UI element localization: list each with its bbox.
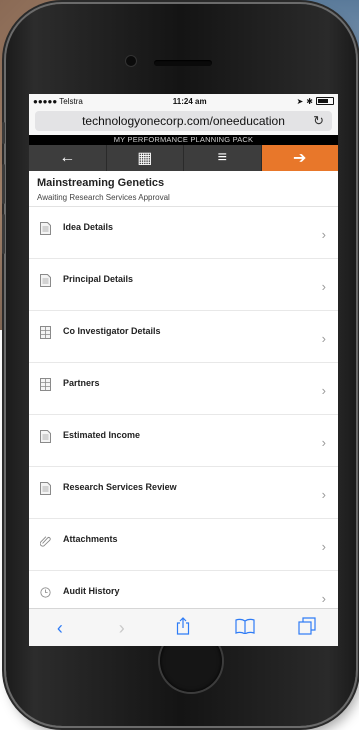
- document-icon: [40, 430, 51, 443]
- clock: 11:24 am: [172, 96, 207, 106]
- grid-form-icon: [40, 326, 51, 339]
- tabs-icon[interactable]: [287, 616, 327, 640]
- location-icon: ➤: [296, 96, 304, 106]
- list-item-co-investigator-details[interactable]: Co Investigator Details ›: [29, 311, 338, 363]
- list-item-label: Principal Details: [63, 274, 134, 284]
- battery-icon: [316, 97, 334, 105]
- browser-forward-button[interactable]: ›: [102, 618, 142, 639]
- reload-icon[interactable]: ↻: [313, 113, 324, 129]
- back-arrow-icon[interactable]: ←: [29, 145, 107, 171]
- address-bar-container: technologyonecorp.com/oneeducation ↻: [29, 108, 338, 135]
- list-item-label: Idea Details: [63, 222, 114, 232]
- list-item-label: Co Investigator Details: [63, 326, 161, 336]
- list-item-label: Partners: [63, 378, 100, 388]
- share-icon[interactable]: [163, 616, 203, 640]
- earpiece-speaker: [154, 60, 212, 66]
- chevron-right-icon: ›: [321, 435, 326, 450]
- record-header: Mainstreaming Genetics Awaiting Research…: [29, 171, 338, 207]
- grid-form-icon: [40, 378, 51, 391]
- grid-icon[interactable]: ▦: [107, 145, 184, 171]
- chevron-right-icon: ›: [321, 227, 326, 242]
- carrier-label: ●●●●● Telstra: [33, 96, 83, 106]
- list-item-estimated-income[interactable]: Estimated Income ›: [29, 415, 338, 467]
- chevron-right-icon: ›: [321, 383, 326, 398]
- exit-icon[interactable]: ➔: [261, 145, 338, 171]
- volume-up-button: [2, 164, 5, 204]
- chevron-right-icon: ›: [321, 279, 326, 294]
- phone-screen: ●●●●● Telstra 11:24 am ➤ ✱ technologyone…: [29, 94, 338, 646]
- url-text: technologyonecorp.com/oneeducation: [82, 114, 285, 128]
- app-banner: MY PERFORMANCE PLANNING PACK: [29, 135, 338, 145]
- document-icon: [40, 274, 51, 287]
- list-item-partners[interactable]: Partners ›: [29, 363, 338, 415]
- bluetooth-icon: ✱: [306, 96, 313, 106]
- list-item-label: Estimated Income: [63, 430, 141, 440]
- document-icon: [40, 482, 51, 495]
- list-item-attachments[interactable]: Attachments ›: [29, 519, 338, 571]
- safari-toolbar: ‹ ›: [29, 608, 338, 646]
- list-item-idea-details[interactable]: Idea Details ›: [29, 207, 338, 259]
- chevron-right-icon: ›: [321, 331, 326, 346]
- document-icon: [40, 222, 51, 235]
- list-item-label: Attachments: [63, 534, 118, 544]
- section-list: Idea Details › Principal Details › Co In…: [29, 207, 338, 623]
- app-navbar: ← ▦ ≡ ➔: [29, 145, 338, 171]
- list-item-principal-details[interactable]: Principal Details ›: [29, 259, 338, 311]
- mute-switch: [2, 122, 5, 144]
- status-subtitle: Awaiting Research Services Approval: [37, 193, 170, 202]
- status-bar: ●●●●● Telstra 11:24 am ➤ ✱: [29, 94, 338, 108]
- list-item-label: Research Services Review: [63, 482, 177, 492]
- browser-back-button[interactable]: ‹: [40, 618, 80, 639]
- book-icon[interactable]: [225, 618, 265, 639]
- address-bar[interactable]: technologyonecorp.com/oneeducation ↻: [35, 111, 332, 131]
- list-item-research-services-review[interactable]: Research Services Review ›: [29, 467, 338, 519]
- menu-icon[interactable]: ≡: [184, 145, 262, 171]
- page-title: Mainstreaming Genetics: [37, 177, 165, 189]
- status-icons: ➤ ✱: [297, 97, 334, 106]
- chevron-right-icon: ›: [321, 591, 326, 606]
- chevron-right-icon: ›: [321, 539, 326, 554]
- chevron-right-icon: ›: [321, 487, 326, 502]
- clock-icon: [40, 587, 51, 598]
- front-camera: [126, 56, 136, 66]
- paperclip-icon: [40, 536, 51, 547]
- volume-down-button: [2, 214, 5, 254]
- list-item-label: Audit History: [63, 586, 120, 596]
